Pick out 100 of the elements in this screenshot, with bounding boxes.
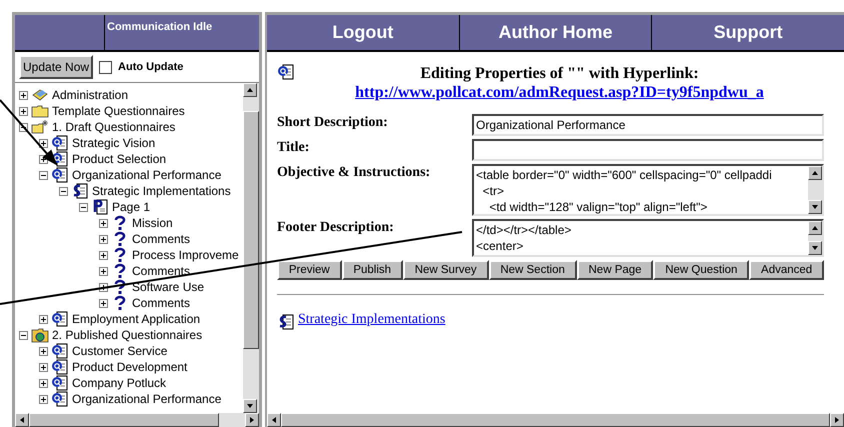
tree-item[interactable]: Strategic Vision — [72, 134, 156, 152]
folder-icon — [31, 103, 49, 119]
nav-link[interactable]: Support — [651, 15, 844, 50]
status-text: Communication Idle — [106, 20, 212, 35]
triangle-icon — [811, 224, 819, 232]
expander-icon[interactable] — [39, 394, 48, 404]
expander-icon[interactable] — [79, 202, 88, 212]
scroll-down-button[interactable] — [808, 200, 822, 214]
scroll-thumb[interactable] — [29, 413, 219, 427]
scroll-thumb[interactable] — [243, 111, 259, 349]
tree-item[interactable]: Template Questionnaires — [52, 102, 185, 120]
toolbar-button[interactable]: Advanced — [749, 260, 824, 280]
scroll-right-button[interactable] — [830, 413, 844, 427]
expander-icon[interactable] — [39, 346, 48, 356]
field-label: Footer Description: — [277, 219, 395, 237]
page-heading: Editing Properties of "" with Hyperlink: — [420, 64, 699, 84]
nav-link[interactable]: Logout — [267, 15, 459, 50]
section-link[interactable]: Strategic Implementations — [298, 309, 446, 330]
tree-item[interactable]: Comments — [132, 230, 190, 248]
document-q-icon — [51, 151, 69, 167]
triangle-icon — [18, 416, 26, 424]
toolbar-button[interactable]: New Section — [488, 260, 577, 280]
tree-item[interactable]: Comments — [132, 294, 190, 312]
code-line: <tr> — [482, 183, 506, 199]
expander-icon[interactable] — [99, 298, 108, 308]
document-s-icon — [277, 314, 295, 330]
tree-item[interactable]: Process Improveme — [132, 246, 239, 264]
nav-link[interactable]: Author Home — [458, 15, 652, 50]
expander-icon[interactable] — [39, 170, 48, 180]
tree-item[interactable]: Page 1 — [112, 198, 150, 216]
triangle-icon — [833, 416, 841, 424]
toolbar-button[interactable]: New Question — [653, 260, 750, 280]
triangle-icon — [246, 86, 254, 94]
tree-item[interactable]: Customer Service — [72, 342, 168, 360]
document-q-icon — [51, 135, 69, 151]
expander-icon[interactable] — [59, 186, 68, 196]
document-q-icon — [277, 64, 295, 80]
expander-icon[interactable] — [39, 378, 48, 388]
tree-item[interactable]: Comments — [132, 262, 190, 280]
expander-icon[interactable] — [99, 266, 108, 276]
scroll-right-button[interactable] — [245, 413, 259, 427]
tree-item[interactable]: Mission — [132, 214, 173, 232]
field-value: Organizational Performance — [476, 117, 626, 134]
expander-icon[interactable] — [99, 234, 108, 244]
expander-icon[interactable] — [99, 250, 108, 260]
expander-icon[interactable] — [19, 106, 28, 116]
document-q-icon — [51, 311, 69, 327]
tree-item[interactable]: Software Use — [132, 278, 204, 296]
tree-item[interactable]: Company Potluck — [72, 374, 166, 392]
document-q-icon — [51, 391, 69, 407]
field-label: Short Description: — [277, 114, 389, 132]
hyperlink[interactable]: http://www.pollcat.com/admRequest.asp?ID=ty9f5npdwu_a — [355, 84, 764, 102]
document-q-icon — [51, 359, 69, 375]
auto-update-label: Auto Update — [118, 60, 184, 75]
toolbar-button[interactable]: Publish — [342, 260, 403, 280]
triangle-icon — [811, 203, 819, 211]
expander-icon[interactable] — [99, 218, 108, 228]
update-now-button[interactable]: Update Now — [19, 55, 94, 79]
tree-item[interactable]: 2. Published Questionnaires — [52, 326, 202, 344]
expander-icon[interactable] — [19, 90, 28, 100]
tree-item[interactable]: 1. Draft Questionnaires — [52, 118, 176, 136]
document-p-icon — [91, 199, 109, 215]
expander-icon[interactable] — [39, 314, 48, 324]
toolbar-button[interactable]: New Survey — [402, 260, 488, 280]
tree-item[interactable]: Organizational Performance — [72, 166, 222, 184]
code-line: <center> — [476, 238, 524, 254]
toolbar-button[interactable]: Preview — [277, 260, 342, 280]
tree-item[interactable]: Employment Application — [72, 310, 200, 328]
text-area[interactable]: </td></tr></table> <center> — [472, 219, 824, 257]
tree-item[interactable]: Product Development — [72, 358, 188, 376]
text-field[interactable] — [472, 139, 824, 161]
toolbar-button[interactable]: New Page — [576, 260, 654, 280]
triangle-icon — [811, 169, 819, 177]
tree-item[interactable]: Organizational Performance — [72, 390, 222, 408]
triangle-icon — [811, 244, 819, 252]
document-q-icon — [51, 167, 69, 183]
field-label: Title: — [277, 139, 310, 157]
scroll-up-button[interactable] — [808, 166, 822, 180]
document-s-icon — [71, 183, 89, 199]
scroll-down-button[interactable] — [808, 241, 822, 255]
auto-update-checkbox[interactable] — [99, 60, 112, 74]
text-field[interactable]: Organizational Performance — [472, 114, 824, 136]
tree-item[interactable]: Strategic Implementations — [92, 182, 231, 200]
scroll-left-button[interactable] — [15, 413, 29, 427]
scroll-thumb[interactable] — [281, 413, 830, 427]
open-folder-icon — [31, 119, 49, 135]
expander-icon[interactable] — [39, 362, 48, 372]
text-area[interactable]: <table border="0" width="600" cellspacing="0" cellpaddi <tr> <td width="128" valign="top" align="left"> — [472, 164, 824, 216]
document-q-icon — [51, 375, 69, 391]
document-q-icon — [51, 343, 69, 359]
field-label: Objective & Instructions: — [277, 164, 432, 182]
scroll-down-button[interactable] — [243, 399, 257, 413]
scroll-left-button[interactable] — [267, 413, 281, 427]
expander-icon[interactable] — [19, 330, 28, 340]
scroll-up-button[interactable] — [808, 221, 822, 235]
code-line: </td></tr></table> — [476, 222, 572, 238]
expander-icon[interactable] — [39, 138, 48, 148]
scroll-up-button[interactable] — [243, 83, 257, 97]
tree-item[interactable]: Administration — [52, 86, 128, 104]
tree-item[interactable]: Product Selection — [72, 150, 166, 168]
